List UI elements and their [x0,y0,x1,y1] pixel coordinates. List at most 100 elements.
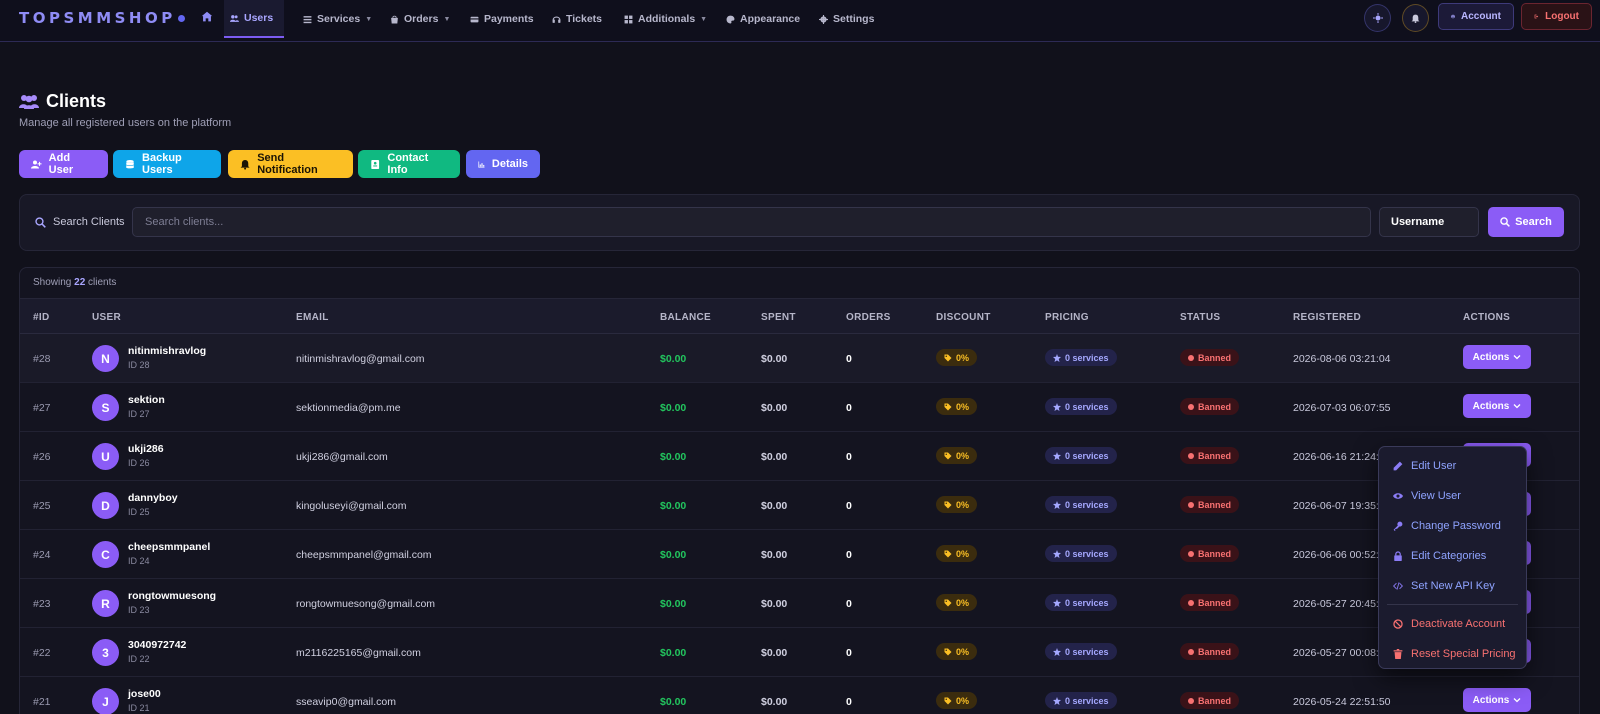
cell-username[interactable]: ukji286 [128,443,164,455]
menu-view-user[interactable]: View User [1379,483,1526,509]
nav-tickets[interactable]: Tickets [546,0,608,38]
cell-orders: 0 [846,598,852,610]
pricing-badge[interactable]: 0 services [1045,692,1117,709]
details-button[interactable]: Details [466,150,540,178]
cell-username[interactable]: 3040972742 [128,639,186,651]
theme-toggle-button[interactable] [1364,4,1391,32]
actions-label: Actions [1472,694,1510,706]
menu-edit-categories[interactable]: Edit Categories [1379,543,1526,569]
discount-value: 0% [956,646,970,657]
home-icon[interactable] [200,10,214,24]
cell-balance: $0.00 [660,353,687,365]
nav-orders[interactable]: Orders ▼ [384,0,456,38]
th-orders[interactable]: ORDERS [846,312,891,323]
avatar: R [92,590,119,617]
search-label: Search Clients [35,216,125,228]
table-row: #27 Ssektion ID 27 sektionmedia@pm.me $0.00 $… [20,383,1579,432]
cell-registered: 2026-05-27 20:45: [1293,598,1379,610]
th-discount[interactable]: DISCOUNT [936,312,991,323]
th-email[interactable]: EMAIL [296,312,329,323]
pricing-badge[interactable]: 0 services [1045,594,1117,611]
nav-appearance[interactable]: Appearance [720,0,806,38]
cell-spent: $0.00 [761,451,788,463]
th-pricing[interactable]: PRICING [1045,312,1089,323]
cell-email: sektionmedia@pm.me [296,402,401,414]
discount-badge: 0% [936,349,978,366]
actions-button[interactable]: Actions [1463,394,1531,418]
chevron-down-icon [1513,698,1521,703]
pricing-value: 0 services [1065,450,1109,461]
menu-edit-user[interactable]: Edit User [1379,453,1526,479]
cell-username[interactable]: nitinmishravlog [128,345,206,357]
cell-username[interactable]: jose00 [128,688,161,700]
pricing-badge[interactable]: 0 services [1045,496,1117,513]
cell-registered: 2026-06-07 19:35:4 [1293,500,1385,512]
cell-username[interactable]: rongtowmuesong [128,590,216,602]
status-value: Banned [1198,499,1232,510]
logout-button[interactable]: Logout [1521,3,1592,30]
search-button[interactable]: Search [1488,207,1564,237]
logout-icon [1534,14,1539,19]
bell-icon [240,159,250,170]
discount-value: 0% [956,548,970,559]
search-filter-select[interactable]: Username [1379,207,1479,237]
tag-icon [944,697,952,704]
actions-button[interactable]: Actions [1463,345,1531,369]
actions-dropdown-menu: Edit User View User Change Password Edit… [1378,446,1527,669]
nav-payments[interactable]: Payments [464,0,540,38]
th-registered[interactable]: REGISTERED [1293,312,1361,323]
star-icon [1053,647,1061,656]
star-icon [1053,696,1061,705]
add-user-button[interactable]: Add User [19,150,108,178]
nav-settings[interactable]: Settings [813,0,880,38]
actions-button[interactable]: Actions [1463,688,1531,712]
nav-appearance-label: Appearance [740,13,801,25]
discount-value: 0% [956,401,970,412]
pricing-badge[interactable]: 0 services [1045,349,1117,366]
menu-set-api-key[interactable]: Set New API Key [1379,573,1526,599]
brand-logo[interactable]: TOPSMMSHOP [19,9,185,27]
notifications-button[interactable] [1402,4,1429,32]
chevron-down-icon: ▼ [365,15,373,23]
table-row: #25 Ddannyboy ID 25 kingoluseyi@gmail.com $0… [20,481,1579,530]
search-input[interactable] [132,207,1371,237]
contact-info-button[interactable]: Contact Info [358,150,460,178]
cell-username[interactable]: cheepsmmpanel [128,541,210,553]
pricing-badge[interactable]: 0 services [1045,398,1117,415]
nav-users[interactable]: Users [224,0,284,38]
pricing-badge[interactable]: 0 services [1045,545,1117,562]
cell-email: ukji286@gmail.com [296,451,388,463]
tag-icon [944,501,952,508]
backup-users-button[interactable]: Backup Users [113,150,221,178]
key-icon [1393,521,1403,531]
th-id[interactable]: #ID [33,312,49,323]
menu-reset-special-pricing[interactable]: Reset Special Pricing [1379,641,1526,667]
eye-icon [1393,493,1403,499]
pricing-badge[interactable]: 0 services [1045,643,1117,660]
status-value: Banned [1198,548,1232,559]
th-spent[interactable]: SPENT [761,312,796,323]
th-balance[interactable]: BALANCE [660,312,711,323]
cell-username[interactable]: sektion [128,394,165,406]
search-icon [1500,217,1511,227]
headset-icon [552,16,561,23]
account-button[interactable]: Account [1438,3,1514,30]
nav-additionals[interactable]: Additionals ▼ [618,0,713,38]
avatar: U [92,443,119,470]
menu-deactivate-account[interactable]: Deactivate Account [1379,611,1526,637]
actions-label: Actions [1472,351,1510,363]
menu-change-password-label: Change Password [1411,520,1501,532]
star-icon [1053,353,1061,362]
grid-icon [624,15,633,23]
pricing-badge[interactable]: 0 services [1045,447,1117,464]
th-status[interactable]: STATUS [1180,312,1220,323]
star-icon [1053,598,1061,607]
th-user[interactable]: USER [92,312,121,323]
menu-change-password[interactable]: Change Password [1379,513,1526,539]
cell-username[interactable]: dannyboy [128,492,178,504]
status-value: Banned [1198,695,1232,706]
star-icon [1053,549,1061,558]
send-notification-button[interactable]: Send Notification [228,150,353,178]
star-icon [1053,402,1061,411]
nav-services[interactable]: Services ▼ [297,0,378,38]
